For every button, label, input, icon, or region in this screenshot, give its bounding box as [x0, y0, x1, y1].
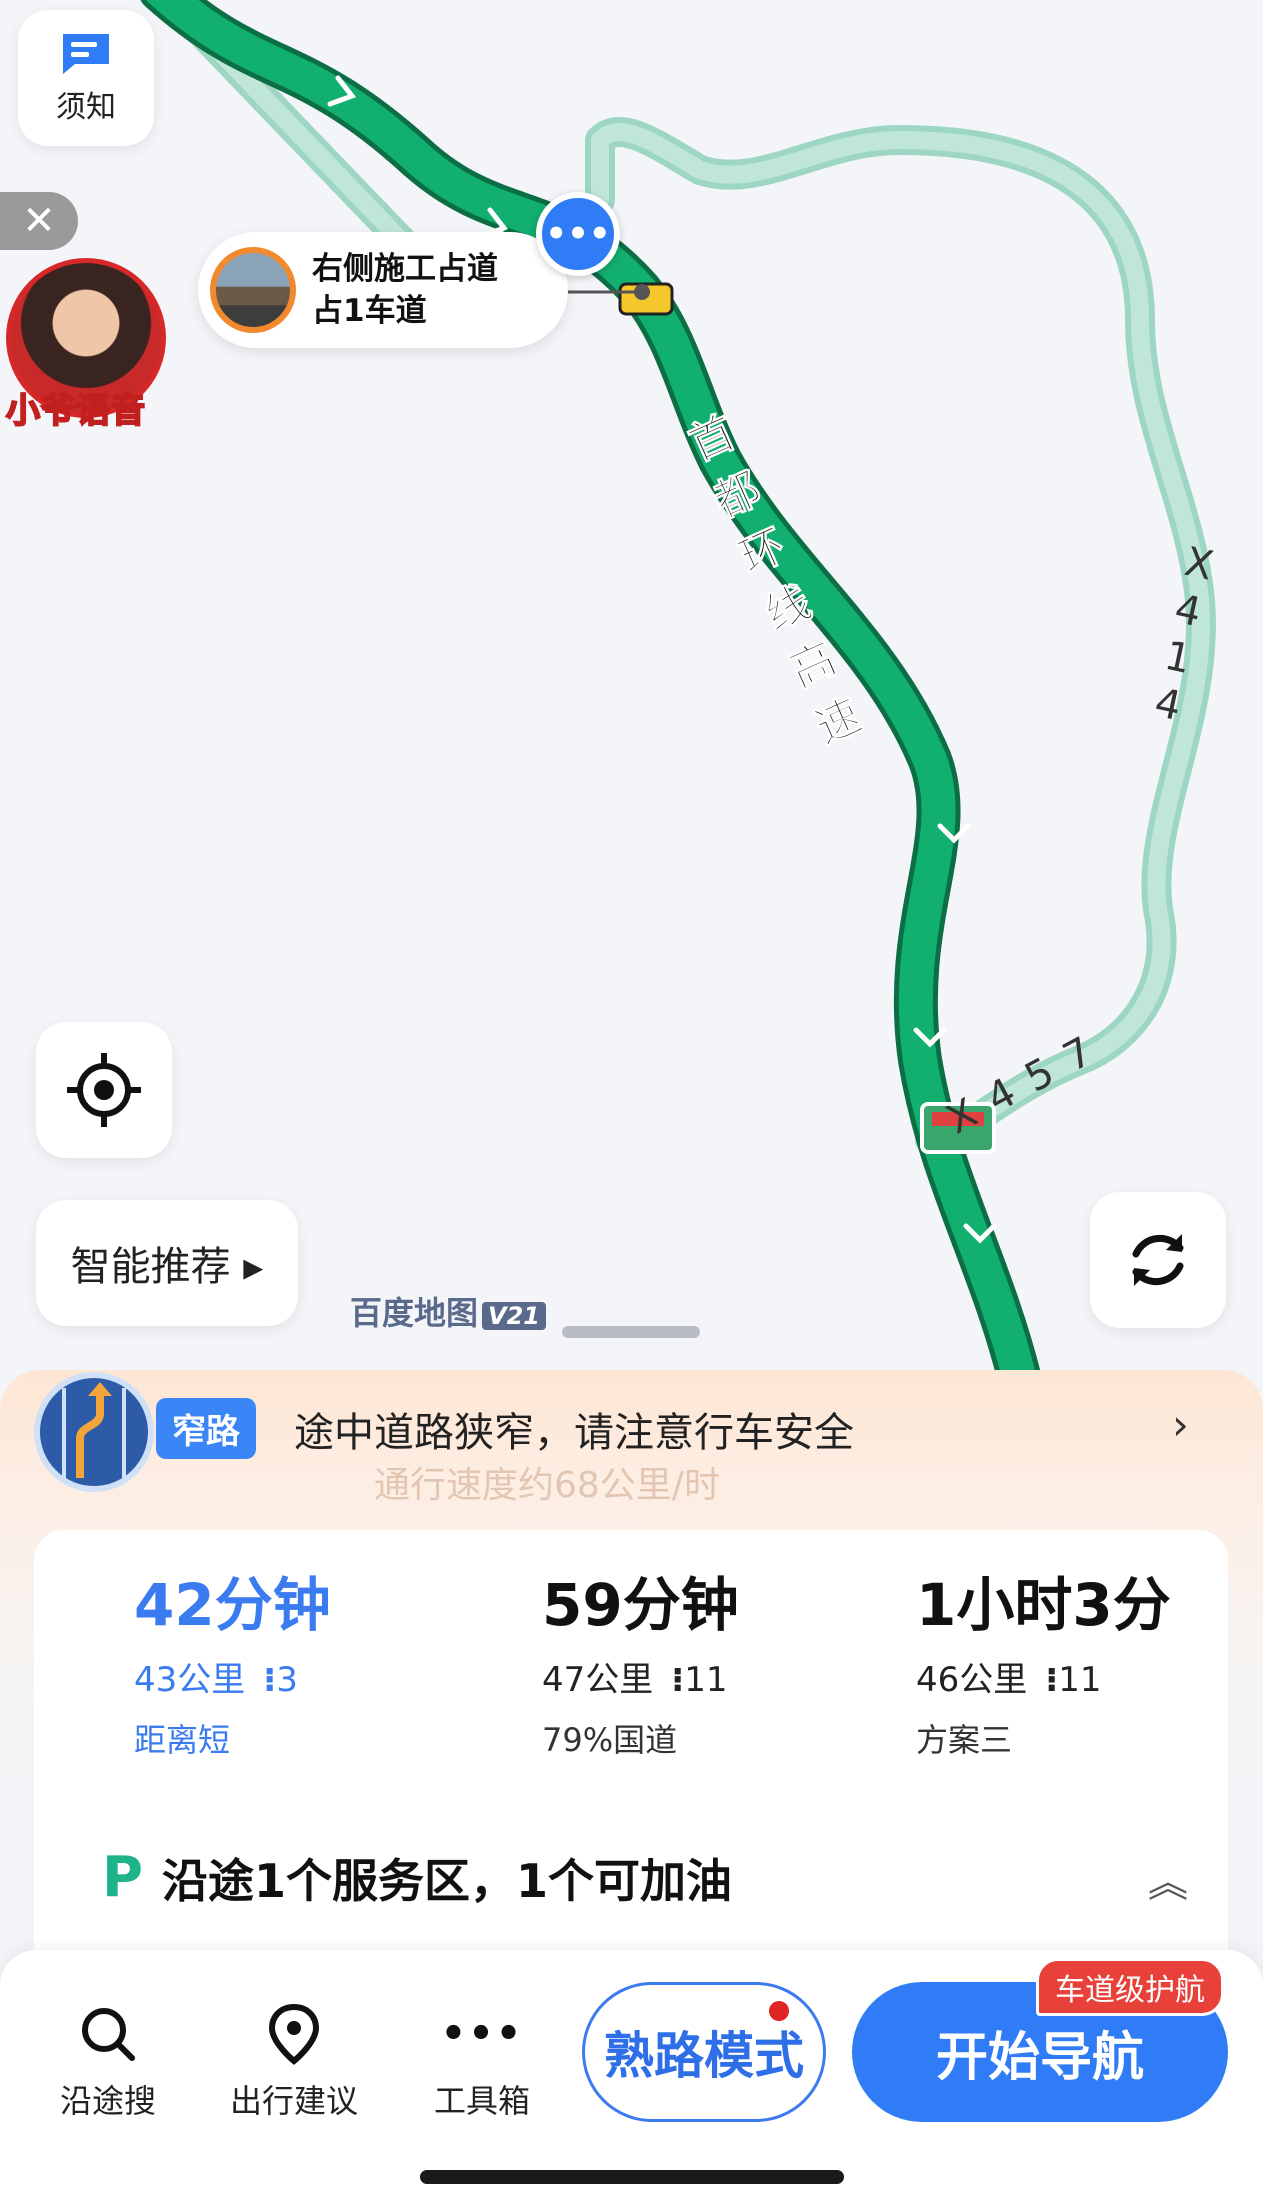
- map-view[interactable]: 首都环线高速 X414 X457 须知 ✕ 小爷语音 右侧施工占道 占1车道 •…: [0, 0, 1263, 1400]
- start-navigation-label: 开始导航: [935, 2027, 1144, 2088]
- familiar-mode-label: 熟路模式: [604, 2027, 804, 2085]
- parking-cup-icon: P: [102, 1845, 144, 1910]
- alert-faded-text: 通行速度约68公里/时: [374, 1465, 720, 1506]
- traffic-light-icon: ⁝: [1045, 1660, 1059, 1700]
- service-area-text: 沿途1个服务区，1个可加油: [162, 1854, 733, 1908]
- smart-recommend-label: 智能推荐 ▸: [70, 1244, 264, 1290]
- lane-guard-badge: 车道级护航: [1036, 1958, 1224, 2016]
- route-lights: 11: [684, 1660, 728, 1700]
- route-lights: 11: [1058, 1660, 1102, 1700]
- home-indicator[interactable]: [420, 2170, 844, 2184]
- search-icon: [82, 2008, 135, 2061]
- road-alert[interactable]: 通行速度约68公里/时 窄路 途中道路狭窄，请注意行车安全 ›: [0, 1370, 1263, 1520]
- notice-label: 须知: [56, 90, 116, 125]
- route-distance: 46公里: [916, 1660, 1028, 1700]
- search-along-label: 沿途搜: [59, 2082, 156, 2120]
- alert-tag: 窄路: [156, 1398, 256, 1459]
- voice-name: 小爷语音: [5, 390, 146, 432]
- locate-me-button[interactable]: [36, 1022, 172, 1158]
- route-map-svg: [140, 0, 1216, 1400]
- alert-message: 途中道路狭窄，请注意行车安全: [294, 1410, 854, 1456]
- route-tag: 方案三: [916, 1721, 1013, 1759]
- more-dots-icon: •••: [440, 2011, 524, 2057]
- notice-button[interactable]: 须知: [18, 10, 154, 146]
- watermark-version: V21: [482, 1302, 546, 1330]
- incident-callout[interactable]: 右侧施工占道 占1车道: [198, 232, 568, 348]
- watermark-text: 百度地图: [350, 1294, 479, 1332]
- message-board-icon: [63, 34, 109, 74]
- incident-photo: [210, 247, 296, 333]
- route-time: 59分钟: [542, 1571, 739, 1639]
- close-voice-button[interactable]: ✕: [0, 192, 78, 250]
- traffic-light-icon: ⁝: [263, 1660, 277, 1700]
- smart-recommend-button[interactable]: 智能推荐 ▸: [36, 1200, 298, 1326]
- route-option-1[interactable]: 42分钟 43公里 ⁝3 距离短: [34, 1530, 432, 1770]
- toolbox-label: 工具箱: [433, 2082, 530, 2120]
- panel-drag-handle[interactable]: [562, 1326, 700, 1338]
- search-along-button[interactable]: 沿途搜: [28, 2002, 188, 2122]
- route-tag: 79%国道: [542, 1721, 678, 1759]
- voice-avatar[interactable]: 小爷语音: [5, 258, 166, 432]
- incident-title: 右侧施工占道: [312, 251, 498, 287]
- route-time: 42分钟: [134, 1571, 331, 1639]
- route-lights: 3: [276, 1660, 298, 1700]
- crosshair-icon: [67, 1053, 141, 1127]
- route-tag: 距离短: [134, 1721, 231, 1759]
- route-time: 1小时3分: [916, 1571, 1171, 1639]
- map-watermark: 百度地图 V21: [350, 1288, 546, 1334]
- chat-bubble-icon[interactable]: •••: [536, 192, 620, 276]
- travel-advice-label: 出行建议: [229, 2082, 358, 2120]
- familiar-route-mode-button[interactable]: 熟路模式: [582, 1982, 826, 2122]
- chevron-up-icon[interactable]: ︽: [1148, 1850, 1188, 1908]
- route-option-2[interactable]: 59分钟 47公里 ⁝11 79%国道: [432, 1530, 812, 1770]
- incident-lane-info: 占1车道: [312, 293, 427, 329]
- toolbox-button[interactable]: ••• 工具箱: [402, 2002, 562, 2122]
- service-area-summary[interactable]: P 沿途1个服务区，1个可加油 ︽: [68, 1838, 1188, 1918]
- travel-advice-button[interactable]: 出行建议: [214, 2002, 374, 2122]
- traffic-light-icon: ⁝: [671, 1660, 685, 1700]
- close-icon: ✕: [22, 198, 56, 244]
- refresh-route-button[interactable]: [1090, 1192, 1226, 1328]
- route-option-3[interactable]: 1小时3分 46公里 ⁝11 方案三: [812, 1530, 1228, 1770]
- new-badge-dot: [769, 2001, 789, 2021]
- location-pin-icon: [268, 2003, 320, 2065]
- narrow-road-icon: [34, 1372, 154, 1492]
- route-distance: 43公里: [134, 1660, 246, 1700]
- route-distance: 47公里: [542, 1660, 654, 1700]
- refresh-icon: [1132, 1234, 1184, 1286]
- chevron-right-icon: ›: [1172, 1400, 1189, 1449]
- ellipsis-icon: •••: [545, 214, 611, 254]
